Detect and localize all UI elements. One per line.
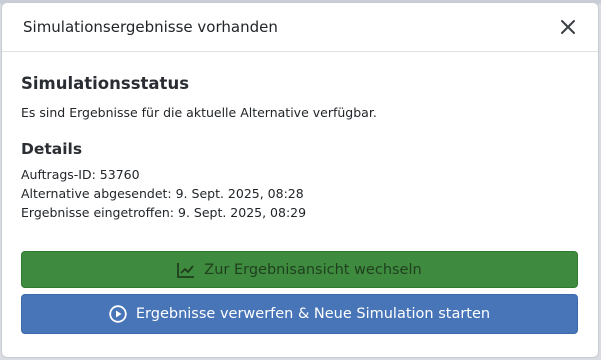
- status-heading: Simulationsstatus: [21, 74, 190, 93]
- dialog-header: Simulationsergebnisse vorhanden: [2, 3, 598, 52]
- status-message: Es sind Ergebnisse für die aktuelle Alte…: [21, 105, 377, 120]
- play-circle-icon: [109, 305, 127, 323]
- view-results-label: Zur Ergebnisansicht wechseln: [204, 261, 422, 278]
- close-icon: [561, 20, 575, 34]
- sent-timestamp: Alternative abgesendet: 9. Sept. 2025, 0…: [21, 186, 304, 201]
- dialog-title: Simulationsergebnisse vorhanden: [23, 18, 278, 36]
- discard-and-restart-label: Ergebnisse verwerfen & Neue Simulation s…: [135, 306, 491, 322]
- close-button[interactable]: [556, 15, 580, 39]
- details-heading: Details: [21, 140, 83, 158]
- chart-line-icon: [177, 262, 195, 278]
- order-id: Auftrags-ID: 53760: [21, 167, 140, 182]
- discard-and-restart-button[interactable]: Ergebnisse verwerfen & Neue Simulation s…: [21, 294, 578, 334]
- received-timestamp: Ergebnisse eingetroffen: 9. Sept. 2025, …: [21, 205, 307, 220]
- view-results-button[interactable]: Zur Ergebnisansicht wechseln: [21, 251, 578, 288]
